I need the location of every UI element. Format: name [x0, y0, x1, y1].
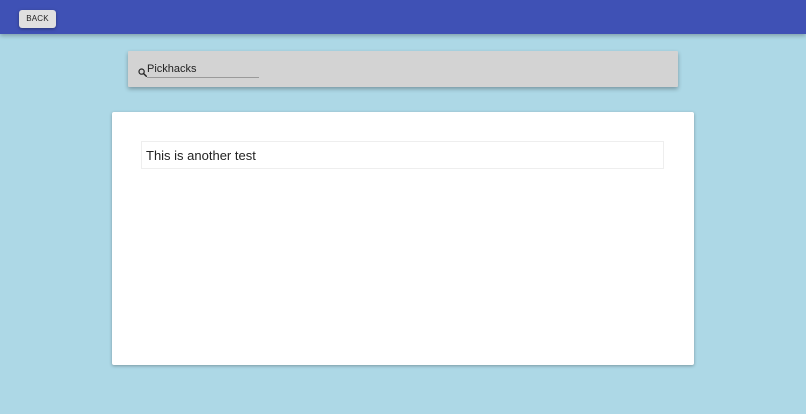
- list-item-text: This is another test: [146, 148, 256, 163]
- list-item[interactable]: This is another test: [141, 141, 664, 169]
- search-input[interactable]: [147, 60, 259, 78]
- app-bar: BACK: [0, 0, 806, 34]
- search-icon: [138, 64, 148, 78]
- back-button[interactable]: BACK: [19, 10, 56, 28]
